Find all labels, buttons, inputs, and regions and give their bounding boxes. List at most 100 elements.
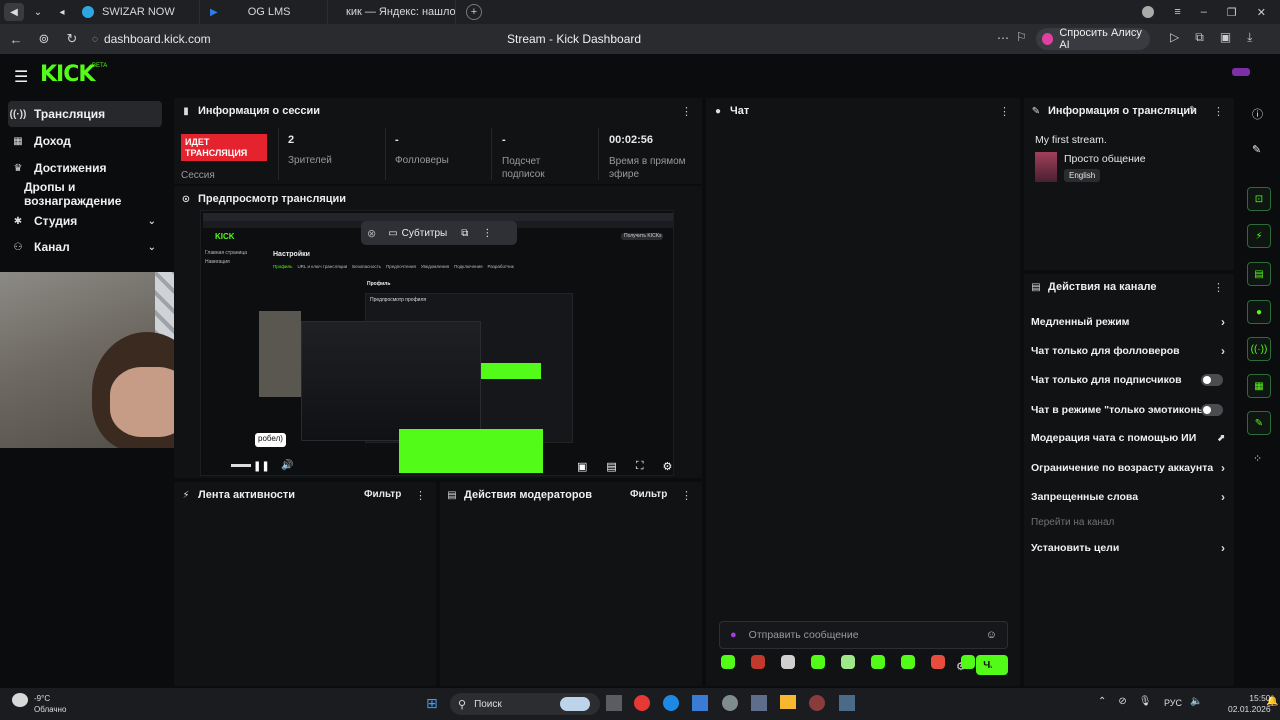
- volume-icon[interactable]: 🔊: [281, 460, 293, 471]
- browser-tab-2[interactable]: ▶ OG LMS: [200, 0, 328, 24]
- more-options-icon[interactable]: ⋮: [1213, 281, 1224, 294]
- reload-icon[interactable]: ↻: [58, 25, 86, 53]
- volume-slider[interactable]: [231, 464, 251, 467]
- weather-widget[interactable]: -9°C Облачно: [34, 693, 66, 715]
- bookmark-icon[interactable]: ⚐: [1016, 30, 1027, 44]
- emote-icon[interactable]: [961, 655, 975, 669]
- category-thumbnail[interactable]: [1035, 152, 1057, 182]
- action-banned-words[interactable]: Запрещенные слова ›: [1031, 485, 1231, 509]
- info-icon[interactable]: ⓘ: [1252, 106, 1263, 122]
- clock[interactable]: 15:50 02.01.2026: [1228, 693, 1271, 715]
- emote-icon[interactable]: [781, 655, 795, 669]
- collections-icon[interactable]: ⧉: [1195, 30, 1204, 45]
- more-options-icon[interactable]: ⋮: [415, 489, 426, 502]
- app-icon[interactable]: [722, 695, 738, 711]
- emote-icon[interactable]: [931, 655, 945, 669]
- emote-icon[interactable]: [901, 655, 915, 669]
- browser-tab-3[interactable]: кик — Яндекс: нашлось 7: [328, 0, 456, 24]
- shield-icon[interactable]: ⊚: [30, 25, 58, 53]
- edit-pencil-icon[interactable]: ✎: [1189, 105, 1197, 116]
- explorer-icon[interactable]: [780, 695, 796, 709]
- taskview-icon[interactable]: [606, 695, 622, 711]
- hamburger-menu-icon[interactable]: ☰: [14, 67, 28, 87]
- new-tab-icon[interactable]: +: [466, 4, 482, 20]
- pause-icon[interactable]: ❚❚: [253, 461, 270, 472]
- emote-icon[interactable]: [991, 655, 1005, 669]
- yandex-translate-icon[interactable]: ⊗: [367, 227, 376, 240]
- stream-video[interactable]: KICK Получить KICKs Главная страница Нав…: [200, 210, 674, 476]
- more-options-icon[interactable]: ⋮: [999, 105, 1010, 118]
- sidebar-item-stream[interactable]: ((·)) Трансляция: [8, 101, 162, 127]
- translate-icon[interactable]: ▣: [1220, 30, 1231, 45]
- goto-channel-link[interactable]: Перейти на канал: [1031, 517, 1114, 528]
- app-icon[interactable]: [839, 695, 855, 711]
- activity-filter-button[interactable]: Фильтр: [364, 489, 401, 500]
- tab-list-chevron-icon[interactable]: ⌄: [28, 3, 48, 21]
- reader-icon[interactable]: ▷: [1170, 30, 1179, 45]
- emote-icon[interactable]: [751, 655, 765, 669]
- sidebar-item-drops[interactable]: Дропы и вознаграждение: [8, 180, 168, 208]
- url-text[interactable]: dashboard.kick.com: [104, 32, 211, 46]
- menu-icon[interactable]: ≡: [1174, 6, 1180, 18]
- language-indicator[interactable]: РУС: [1164, 698, 1182, 708]
- emotes-only-toggle[interactable]: [1201, 404, 1223, 416]
- minimize-icon[interactable]: –: [1201, 6, 1207, 18]
- emoji-icon[interactable]: ☺: [986, 629, 997, 641]
- close-icon[interactable]: ✕: [1257, 6, 1266, 19]
- app-icon[interactable]: [751, 695, 767, 711]
- store-icon[interactable]: [692, 695, 708, 711]
- subtitles-overlay[interactable]: ⊗ ▭ Субтитры ⧉ ⋮: [361, 221, 517, 245]
- maximize-icon[interactable]: ❐: [1227, 6, 1237, 19]
- taskbar-search[interactable]: ⚲ Поиск: [450, 693, 600, 715]
- user-avatar[interactable]: [1232, 68, 1250, 76]
- tab-audio-icon[interactable]: ◀: [4, 3, 24, 21]
- emote-icon[interactable]: [841, 655, 855, 669]
- rail-bolt-icon[interactable]: ⚡: [1247, 224, 1271, 248]
- more-options-icon[interactable]: ⋮: [1213, 105, 1224, 118]
- download-icon[interactable]: ⤓: [1247, 30, 1252, 45]
- emote-icon[interactable]: [871, 655, 885, 669]
- edge-icon[interactable]: [663, 695, 679, 711]
- rail-clip-icon[interactable]: ⊡: [1247, 187, 1271, 211]
- more-options-icon[interactable]: ⋮: [681, 105, 692, 118]
- action-set-goals[interactable]: Установить цели ›: [1031, 536, 1231, 560]
- notification-icon[interactable]: 🔔: [1266, 696, 1278, 707]
- speaker-icon[interactable]: 🔈: [1190, 696, 1202, 707]
- network-icon[interactable]: ⊘: [1118, 696, 1126, 707]
- chat-input[interactable]: ● Отправить сообщение ☺: [719, 621, 1008, 649]
- app-icon[interactable]: [809, 695, 825, 711]
- profile-icon[interactable]: [1142, 6, 1155, 18]
- rail-wrench-icon[interactable]: ✎: [1247, 411, 1271, 435]
- pip-icon[interactable]: ⧉: [461, 228, 468, 239]
- rail-list-icon[interactable]: ▤: [1247, 262, 1271, 286]
- tab-mute-icon[interactable]: ◂: [52, 3, 72, 21]
- tray-chevron-icon[interactable]: ⌃: [1098, 696, 1106, 707]
- browser-tab-1[interactable]: SWIZAR NOW: [72, 0, 200, 24]
- more-icon[interactable]: ⋯: [997, 31, 1009, 45]
- sidebar-item-studio[interactable]: ✱ Студия ⌄: [8, 208, 162, 234]
- rail-apps-icon[interactable]: ⁘: [1253, 452, 1262, 465]
- rail-chat-icon[interactable]: ●: [1247, 300, 1271, 324]
- action-slow-mode[interactable]: Медленный режим ›: [1031, 310, 1231, 334]
- settings-gear-icon[interactable]: ⚙: [663, 460, 673, 473]
- sidebar-item-income[interactable]: ▦ Доход: [8, 128, 162, 154]
- edit-icon[interactable]: ✎: [1252, 143, 1261, 156]
- emote-icon[interactable]: [811, 655, 825, 669]
- windows-start-icon[interactable]: ⊞: [426, 695, 438, 712]
- fullscreen-icon[interactable]: ⛶: [636, 460, 644, 473]
- captions-icon[interactable]: ▣: [577, 460, 587, 473]
- emote-icon[interactable]: [721, 655, 735, 669]
- subtitles-label[interactable]: Субтитры: [402, 228, 448, 239]
- sidebar-item-channel[interactable]: ⚇ Канал ⌄: [8, 234, 162, 260]
- weather-icon[interactable]: [12, 693, 28, 707]
- action-age-restriction[interactable]: Ограничение по возрасту аккаунта ›: [1031, 456, 1231, 480]
- mic-icon[interactable]: ●: [730, 629, 737, 641]
- back-icon[interactable]: ←: [2, 25, 30, 53]
- sidebar-item-achievements[interactable]: ♛ Достижения: [8, 155, 162, 181]
- overlay-more-icon[interactable]: ⋮: [482, 228, 492, 239]
- more-options-icon[interactable]: ⋮: [681, 489, 692, 502]
- theater-icon[interactable]: ▤: [606, 460, 616, 473]
- rail-broadcast-icon[interactable]: ((·)): [1247, 337, 1271, 361]
- alice-button[interactable]: Спросить Алису AI: [1036, 27, 1150, 51]
- action-ai-moderation[interactable]: Модерация чата с помощью ИИ ⬈: [1031, 426, 1231, 450]
